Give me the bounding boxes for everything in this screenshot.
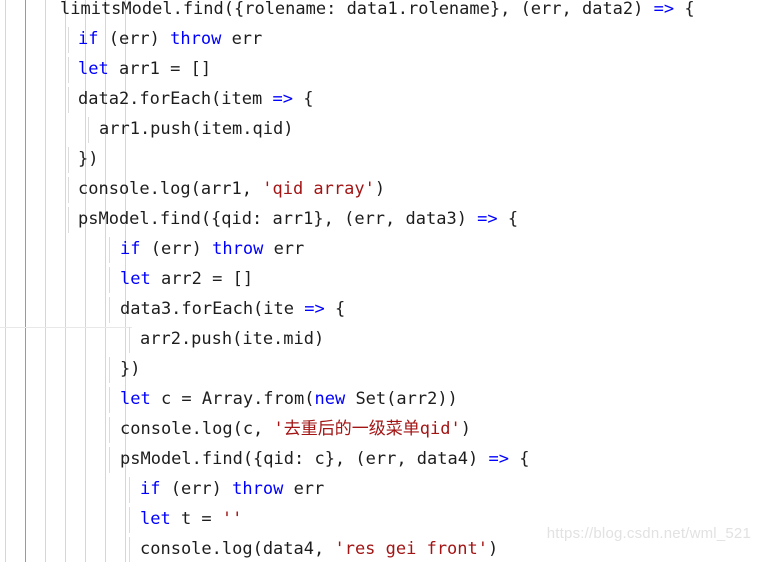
code-token-pln: err	[221, 29, 263, 49]
code-token-kw: let	[78, 59, 109, 79]
code-token-pln: Set(arr2))	[345, 389, 458, 409]
code-editor-viewport[interactable]: limitsModel.find({rolename: data1.rolena…	[0, 0, 757, 562]
line-indent-guide-icon	[88, 117, 89, 143]
line-indent-guide-icon	[68, 87, 69, 113]
code-line[interactable]: console.log(data4, 'res gei front')	[0, 534, 757, 562]
code-token-arr: =>	[477, 209, 498, 229]
code-token-kw: if	[78, 29, 99, 49]
code-token-pln: c = Array.from(	[150, 389, 315, 409]
code-line[interactable]: if (err) throw err	[0, 24, 757, 54]
line-indent-guide-icon	[129, 327, 130, 353]
line-indent-guide-icon	[129, 477, 130, 503]
code-line[interactable]: if (err) throw err	[0, 474, 757, 504]
code-token-str: '去重后的一级菜单qid'	[273, 419, 461, 439]
code-token-kw: throw	[232, 479, 284, 499]
code-token-pln: psModel.find({qid: c}, (err, data4)	[120, 449, 489, 469]
code-token-pln: arr2 = []	[150, 269, 254, 289]
line-indent-guide-icon	[109, 267, 110, 293]
code-token-kw: throw	[212, 239, 264, 259]
code-token-pln: console.log(c,	[120, 419, 274, 439]
code-line[interactable]: console.log(c, '去重后的一级菜单qid')	[0, 414, 757, 444]
line-indent-guide-icon	[109, 447, 110, 473]
code-token-arr: =>	[488, 449, 509, 469]
code-line[interactable]: let arr1 = []	[0, 54, 757, 84]
code-content[interactable]: limitsModel.find({rolename: data1.rolena…	[0, 0, 757, 562]
code-token-str: ''	[221, 509, 243, 529]
code-token-pln: arr1 = []	[108, 59, 212, 79]
code-token-pln: console.log(arr1,	[78, 179, 263, 199]
code-token-kw: if	[120, 239, 141, 259]
code-line[interactable]: })	[0, 354, 757, 384]
code-token-pln: {	[674, 0, 695, 19]
code-token-pln: console.log(data4,	[140, 539, 335, 559]
code-line[interactable]: data2.forEach(item => {	[0, 84, 757, 114]
code-token-pln: err	[263, 239, 305, 259]
code-line[interactable]: data3.forEach(ite => {	[0, 294, 757, 324]
line-indent-guide-icon	[109, 297, 110, 323]
line-indent-guide-icon	[68, 207, 69, 233]
code-line[interactable]: let arr2 = []	[0, 264, 757, 294]
line-indent-guide-icon	[68, 147, 69, 173]
code-token-kw: if	[140, 479, 161, 499]
code-token-pln: {	[324, 299, 346, 319]
code-token-pln: data3.forEach(ite	[120, 299, 305, 319]
code-token-pln: )	[374, 179, 386, 199]
code-token-pln: limitsModel.find({rolename: data1.rolena…	[60, 0, 654, 19]
line-indent-guide-icon	[129, 537, 130, 562]
code-token-kw: let	[120, 269, 151, 289]
line-indent-guide-icon	[68, 27, 69, 53]
code-token-str: 'qid array'	[262, 179, 375, 199]
code-line[interactable]: let t = ''	[0, 504, 757, 534]
line-indent-guide-icon	[109, 387, 110, 413]
code-line[interactable]: arr2.push(ite.mid)	[0, 324, 757, 354]
code-token-pln: err	[283, 479, 325, 499]
code-token-pln: t =	[170, 509, 222, 529]
code-token-pln: )	[460, 419, 471, 439]
code-token-pln: psModel.find({qid: arr1}, (err, data3)	[78, 209, 478, 229]
code-token-pln: arr1.push(item.qid)	[99, 119, 294, 139]
code-token-pln: (err)	[160, 479, 233, 499]
code-token-arr: =>	[272, 89, 293, 109]
code-token-pln: })	[78, 149, 99, 169]
code-token-kw: new	[314, 389, 346, 409]
code-token-pln: )	[488, 539, 499, 559]
line-indent-guide-icon	[109, 417, 110, 443]
code-token-kw: let	[120, 389, 151, 409]
line-indent-guide-icon	[68, 57, 69, 83]
code-token-pln: })	[120, 359, 141, 379]
code-token-pln: {	[497, 209, 519, 229]
code-line[interactable]: console.log(arr1, 'qid array')	[0, 174, 757, 204]
code-line[interactable]: if (err) throw err	[0, 234, 757, 264]
line-indent-guide-icon	[109, 237, 110, 263]
code-token-pln: {	[292, 89, 314, 109]
code-token-pln: data2.forEach(item	[78, 89, 273, 109]
code-token-str: 'res gei front'	[334, 539, 488, 559]
code-token-arr: =>	[653, 0, 675, 19]
code-token-pln: (err)	[98, 29, 171, 49]
code-token-kw: let	[140, 509, 171, 529]
code-line[interactable]: limitsModel.find({rolename: data1.rolena…	[0, 0, 757, 24]
code-line[interactable]: })	[0, 144, 757, 174]
code-line[interactable]: let c = Array.from(new Set(arr2))	[0, 384, 757, 414]
line-indent-guide-icon	[109, 357, 110, 383]
code-line[interactable]: arr1.push(item.qid)	[0, 114, 757, 144]
code-token-pln: (err)	[140, 239, 213, 259]
code-token-arr: =>	[304, 299, 325, 319]
code-token-kw: throw	[170, 29, 222, 49]
code-token-pln: arr2.push(ite.mid)	[140, 329, 325, 349]
code-line[interactable]: psModel.find({qid: arr1}, (err, data3) =…	[0, 204, 757, 234]
code-line[interactable]: psModel.find({qid: c}, (err, data4) => {	[0, 444, 757, 474]
line-indent-guide-icon	[68, 177, 69, 203]
line-indent-guide-icon	[129, 507, 130, 533]
code-token-pln: {	[508, 449, 530, 469]
